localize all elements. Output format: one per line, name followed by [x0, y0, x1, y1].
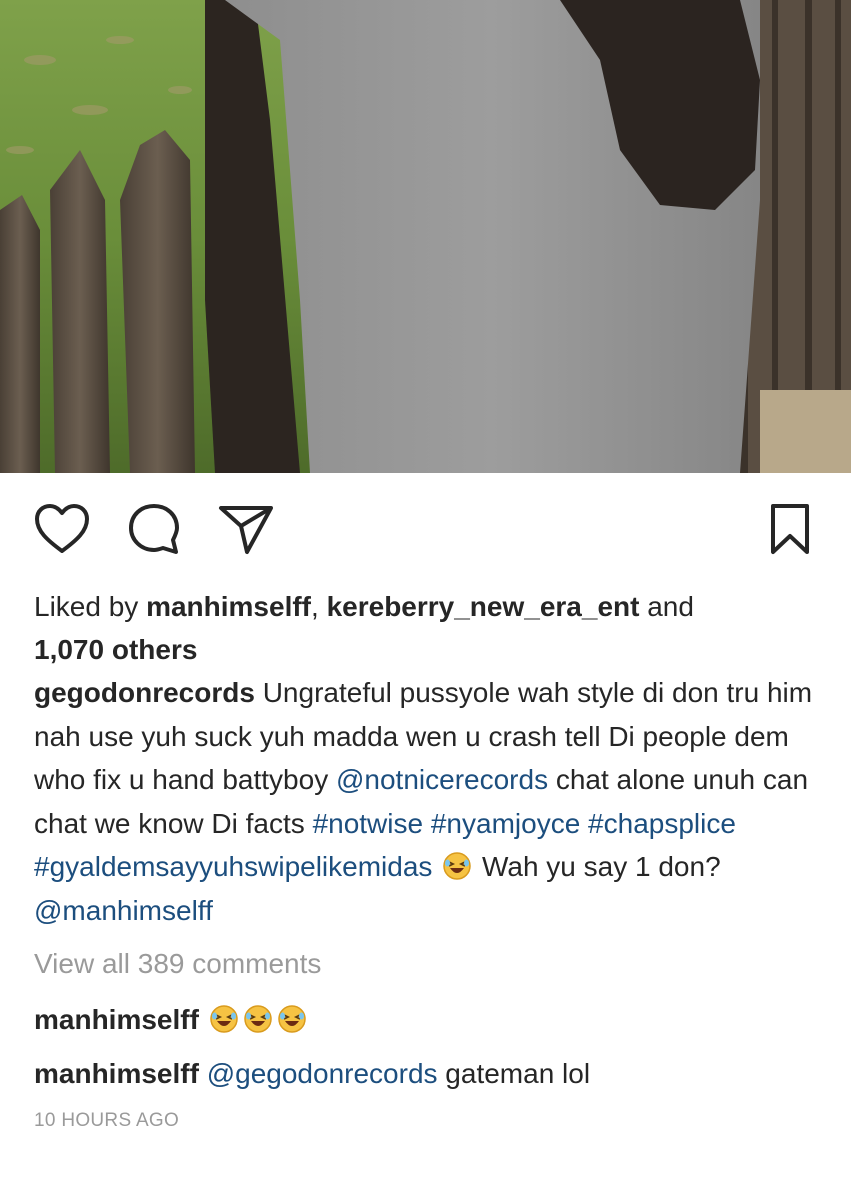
- comment-username[interactable]: manhimselff: [34, 1004, 199, 1035]
- caption-hashtag[interactable]: #gyaldemsayyuhswipelikemidas: [34, 851, 432, 882]
- paper-plane-icon: [219, 506, 273, 554]
- comment-row: manhimselff: [34, 1002, 824, 1038]
- photo-artwork: [0, 0, 851, 473]
- comment-button[interactable]: [122, 497, 186, 561]
- comment-row: manhimselff @gegodonrecords gateman lol: [34, 1056, 824, 1092]
- like-button[interactable]: [30, 497, 94, 561]
- heart-icon: [35, 504, 89, 553]
- post-timestamp: 10 HOURS AGO: [34, 1110, 180, 1131]
- post-details: Liked by manhimselff, kereberry_new_era_…: [34, 585, 824, 1132]
- laughing-emoji-icon: [443, 852, 471, 880]
- likes-prefix: Liked by: [34, 591, 147, 622]
- liker-username[interactable]: kereberry_new_era_ent: [327, 591, 640, 622]
- laughing-emoji-icon: [277, 1005, 306, 1033]
- post-photo[interactable]: [0, 0, 851, 473]
- bookmark-icon: [771, 504, 809, 554]
- caption-hashtag[interactable]: #chapsplice: [588, 808, 736, 839]
- comment-bubble-icon: [129, 504, 179, 554]
- likes-and: and: [639, 591, 694, 622]
- caption-mention[interactable]: @manhimselff: [34, 895, 213, 926]
- post-caption: gegodonrecords Ungrateful pussyole wah s…: [34, 671, 824, 932]
- likes-summary: Liked by manhimselff, kereberry_new_era_…: [34, 585, 824, 671]
- comment-username[interactable]: manhimselff: [34, 1058, 199, 1089]
- likes-separator: ,: [311, 591, 327, 622]
- laughing-emoji-icon: [243, 1005, 272, 1033]
- post-action-bar: [0, 497, 851, 561]
- share-button[interactable]: [214, 497, 278, 561]
- likes-others-link[interactable]: 1,070 others: [34, 634, 197, 665]
- caption-mention[interactable]: @notnicerecords: [336, 764, 548, 795]
- comment-text: gateman lol: [437, 1058, 591, 1089]
- caption-hashtag[interactable]: #nyamjoyce: [431, 808, 580, 839]
- liker-username[interactable]: manhimselff: [146, 591, 311, 622]
- save-button[interactable]: [758, 497, 822, 561]
- caption-author[interactable]: gegodonrecords: [34, 677, 255, 708]
- view-all-comments-link[interactable]: View all 389 comments: [34, 946, 824, 982]
- laughing-emoji-icon: [209, 1005, 238, 1033]
- caption-text: Wah yu say 1 don?: [474, 851, 721, 882]
- comment-mention[interactable]: @gegodonrecords: [207, 1058, 438, 1089]
- laughing-emoji-group: [207, 1004, 309, 1035]
- caption-hashtag[interactable]: #notwise: [313, 808, 424, 839]
